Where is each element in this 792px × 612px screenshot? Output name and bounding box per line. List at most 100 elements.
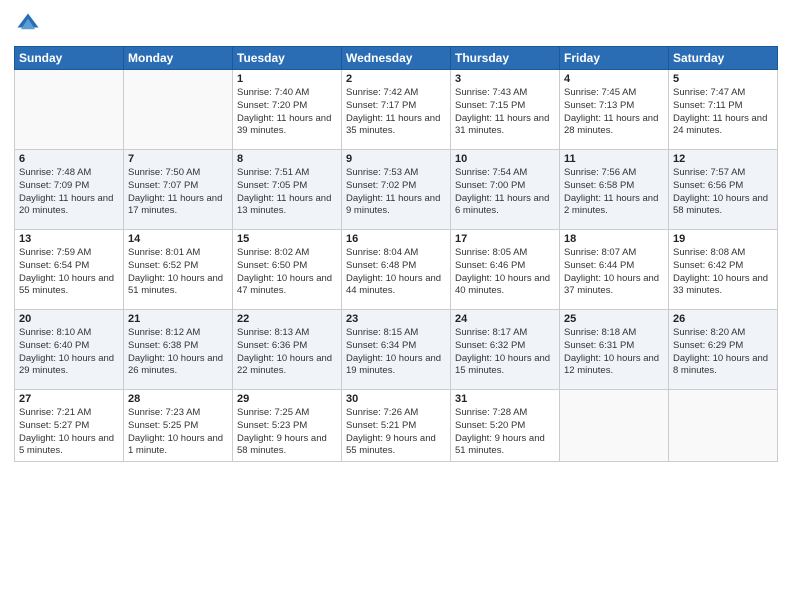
day-info: Sunrise: 8:04 AM Sunset: 6:48 PM Dayligh… (346, 247, 446, 298)
weekday-header-monday: Monday (124, 47, 233, 70)
day-number: 23 (346, 313, 446, 325)
day-info: Sunrise: 7:21 AM Sunset: 5:27 PM Dayligh… (19, 407, 119, 458)
day-info: Sunrise: 8:02 AM Sunset: 6:50 PM Dayligh… (237, 247, 337, 298)
day-number: 13 (19, 233, 119, 245)
calendar-cell: 27 Sunrise: 7:21 AM Sunset: 5:27 PM Dayli… (15, 390, 124, 462)
day-number: 29 (237, 393, 337, 405)
day-number: 27 (19, 393, 119, 405)
calendar-cell: 4 Sunrise: 7:45 AM Sunset: 7:13 PM Daylig… (560, 70, 669, 150)
day-number: 9 (346, 153, 446, 165)
weekday-header-sunday: Sunday (15, 47, 124, 70)
calendar-cell: 19 Sunrise: 8:08 AM Sunset: 6:42 PM Dayli… (669, 230, 778, 310)
logo (14, 10, 46, 38)
day-number: 28 (128, 393, 228, 405)
calendar-week-row: 6 Sunrise: 7:48 AM Sunset: 7:09 PM Daylig… (15, 150, 778, 230)
day-number: 4 (564, 73, 664, 85)
calendar-cell (560, 390, 669, 462)
calendar-cell: 9 Sunrise: 7:53 AM Sunset: 7:02 PM Daylig… (342, 150, 451, 230)
day-number: 5 (673, 73, 773, 85)
logo-icon (14, 10, 42, 38)
calendar-cell: 18 Sunrise: 8:07 AM Sunset: 6:44 PM Dayli… (560, 230, 669, 310)
calendar-cell: 20 Sunrise: 8:10 AM Sunset: 6:40 PM Dayli… (15, 310, 124, 390)
day-number: 18 (564, 233, 664, 245)
calendar-cell: 23 Sunrise: 8:15 AM Sunset: 6:34 PM Dayli… (342, 310, 451, 390)
day-number: 15 (237, 233, 337, 245)
calendar-cell (124, 70, 233, 150)
calendar-week-row: 27 Sunrise: 7:21 AM Sunset: 5:27 PM Dayli… (15, 390, 778, 462)
day-number: 14 (128, 233, 228, 245)
calendar-cell: 12 Sunrise: 7:57 AM Sunset: 6:56 PM Dayli… (669, 150, 778, 230)
weekday-header-friday: Friday (560, 47, 669, 70)
weekday-header-tuesday: Tuesday (233, 47, 342, 70)
calendar-cell (15, 70, 124, 150)
day-info: Sunrise: 7:59 AM Sunset: 6:54 PM Dayligh… (19, 247, 119, 298)
calendar-cell: 30Sunrise: 7:26 AM Sunset: 5:21 PM Dayli… (342, 390, 451, 462)
page: SundayMondayTuesdayWednesdayThursdayFrid… (0, 0, 792, 612)
calendar-cell: 28 Sunrise: 7:23 AM Sunset: 5:25 PM Dayli… (124, 390, 233, 462)
day-info: Sunrise: 8:12 AM Sunset: 6:38 PM Dayligh… (128, 327, 228, 378)
day-info: Sunrise: 8:18 AM Sunset: 6:31 PM Dayligh… (564, 327, 664, 378)
day-info: Sunrise: 7:23 AM Sunset: 5:25 PM Dayligh… (128, 407, 228, 458)
weekday-header-row: SundayMondayTuesdayWednesdayThursdayFrid… (15, 47, 778, 70)
day-info: Sunrise: 7:48 AM Sunset: 7:09 PM Dayligh… (19, 167, 119, 218)
calendar: SundayMondayTuesdayWednesdayThursdayFrid… (14, 46, 778, 462)
calendar-week-row: 13 Sunrise: 7:59 AM Sunset: 6:54 PM Dayli… (15, 230, 778, 310)
day-info: Sunrise: 7:57 AM Sunset: 6:56 PM Dayligh… (673, 167, 773, 218)
day-number: 12 (673, 153, 773, 165)
day-info: Sunrise: 7:45 AM Sunset: 7:13 PM Dayligh… (564, 87, 664, 138)
day-info: Sunrise: 7:54 AM Sunset: 7:00 PM Dayligh… (455, 167, 555, 218)
day-info: Sunrise: 8:05 AM Sunset: 6:46 PM Dayligh… (455, 247, 555, 298)
calendar-cell: 11 Sunrise: 7:56 AM Sunset: 6:58 PM Dayli… (560, 150, 669, 230)
day-number: 19 (673, 233, 773, 245)
day-info: Sunrise: 8:13 AM Sunset: 6:36 PM Dayligh… (237, 327, 337, 378)
calendar-cell: 24Sunrise: 8:17 AM Sunset: 6:32 PM Dayli… (451, 310, 560, 390)
day-info: Sunrise: 8:07 AM Sunset: 6:44 PM Dayligh… (564, 247, 664, 298)
calendar-cell: 3 Sunrise: 7:43 AM Sunset: 7:15 PM Daylig… (451, 70, 560, 150)
calendar-week-row: 20 Sunrise: 8:10 AM Sunset: 6:40 PM Dayli… (15, 310, 778, 390)
day-info: Sunrise: 7:43 AM Sunset: 7:15 PM Dayligh… (455, 87, 555, 138)
weekday-header-wednesday: Wednesday (342, 47, 451, 70)
day-number: 10 (455, 153, 555, 165)
day-number: 7 (128, 153, 228, 165)
day-number: 24 (455, 313, 555, 325)
calendar-cell: 8 Sunrise: 7:51 AM Sunset: 7:05 PM Daylig… (233, 150, 342, 230)
calendar-cell: 22 Sunrise: 8:13 AM Sunset: 6:36 PM Dayli… (233, 310, 342, 390)
header (14, 10, 778, 38)
weekday-header-thursday: Thursday (451, 47, 560, 70)
day-info: Sunrise: 7:47 AM Sunset: 7:11 PM Dayligh… (673, 87, 773, 138)
day-info: Sunrise: 8:10 AM Sunset: 6:40 PM Dayligh… (19, 327, 119, 378)
day-number: 1 (237, 73, 337, 85)
day-info: Sunrise: 7:25 AM Sunset: 5:23 PM Dayligh… (237, 407, 337, 458)
day-info: Sunrise: 7:53 AM Sunset: 7:02 PM Dayligh… (346, 167, 446, 218)
day-number: 11 (564, 153, 664, 165)
day-number: 8 (237, 153, 337, 165)
calendar-cell: 25Sunrise: 8:18 AM Sunset: 6:31 PM Dayli… (560, 310, 669, 390)
calendar-cell: 5 Sunrise: 7:47 AM Sunset: 7:11 PM Daylig… (669, 70, 778, 150)
calendar-cell: 14 Sunrise: 8:01 AM Sunset: 6:52 PM Dayli… (124, 230, 233, 310)
calendar-cell: 2 Sunrise: 7:42 AM Sunset: 7:17 PM Daylig… (342, 70, 451, 150)
day-info: Sunrise: 8:20 AM Sunset: 6:29 PM Dayligh… (673, 327, 773, 378)
calendar-cell: 15 Sunrise: 8:02 AM Sunset: 6:50 PM Dayli… (233, 230, 342, 310)
day-info: Sunrise: 8:01 AM Sunset: 6:52 PM Dayligh… (128, 247, 228, 298)
day-info: Sunrise: 7:56 AM Sunset: 6:58 PM Dayligh… (564, 167, 664, 218)
day-info: Sunrise: 7:51 AM Sunset: 7:05 PM Dayligh… (237, 167, 337, 218)
calendar-cell: 16 Sunrise: 8:04 AM Sunset: 6:48 PM Dayli… (342, 230, 451, 310)
calendar-cell: 29 Sunrise: 7:25 AM Sunset: 5:23 PM Dayli… (233, 390, 342, 462)
day-number: 16 (346, 233, 446, 245)
day-number: 31 (455, 393, 555, 405)
calendar-cell: 21 Sunrise: 8:12 AM Sunset: 6:38 PM Dayli… (124, 310, 233, 390)
day-number: 3 (455, 73, 555, 85)
day-number: 21 (128, 313, 228, 325)
day-info: Sunrise: 7:50 AM Sunset: 7:07 PM Dayligh… (128, 167, 228, 218)
day-number: 20 (19, 313, 119, 325)
day-number: 22 (237, 313, 337, 325)
calendar-cell: 26 Sunrise: 8:20 AM Sunset: 6:29 PM Dayli… (669, 310, 778, 390)
day-number: 26 (673, 313, 773, 325)
day-number: 6 (19, 153, 119, 165)
day-info: Sunrise: 7:42 AM Sunset: 7:17 PM Dayligh… (346, 87, 446, 138)
calendar-cell: 7 Sunrise: 7:50 AM Sunset: 7:07 PM Daylig… (124, 150, 233, 230)
day-info: Sunrise: 8:08 AM Sunset: 6:42 PM Dayligh… (673, 247, 773, 298)
day-number: 2 (346, 73, 446, 85)
day-info: Sunrise: 7:28 AM Sunset: 5:20 PM Dayligh… (455, 407, 555, 458)
day-info: Sunrise: 8:15 AM Sunset: 6:34 PM Dayligh… (346, 327, 446, 378)
